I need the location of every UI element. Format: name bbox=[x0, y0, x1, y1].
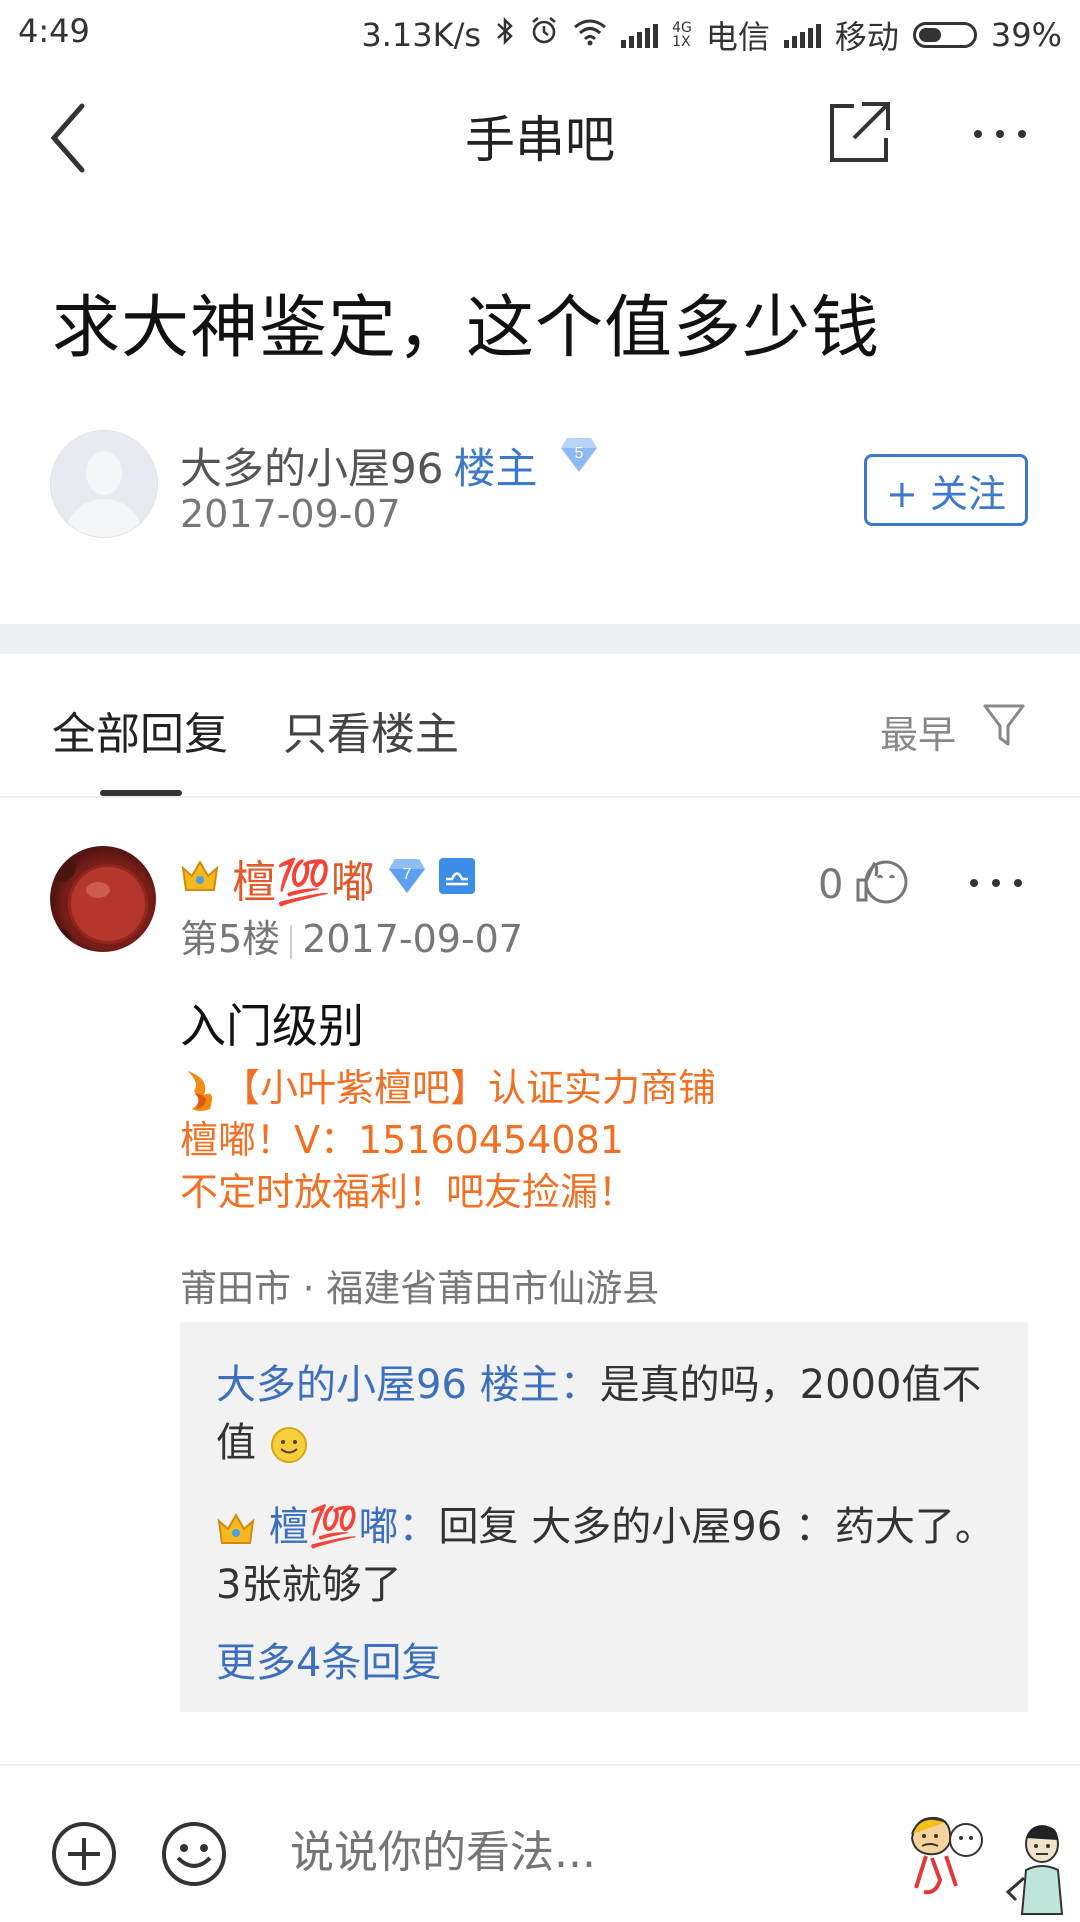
like-button[interactable] bbox=[852, 850, 914, 912]
op-username[interactable]: 大多的小屋96 bbox=[180, 444, 443, 493]
status-time: 4:49 bbox=[18, 12, 90, 50]
reply-location: 莆田市 · 福建省莆田市仙游县 bbox=[180, 1267, 660, 1310]
divider bbox=[0, 1764, 1080, 1766]
battery-percent: 39% bbox=[990, 16, 1062, 54]
follow-button[interactable]: + 关注 bbox=[864, 454, 1028, 526]
crown-icon bbox=[180, 858, 220, 898]
filter-icon bbox=[983, 704, 1025, 746]
filter-button[interactable] bbox=[982, 700, 1026, 750]
diamond-level-icon: 5 bbox=[560, 438, 597, 472]
tab-op-only[interactable]: 只看楼主 bbox=[283, 698, 459, 762]
op-avatar[interactable] bbox=[50, 430, 158, 538]
reply-username[interactable]: 檀💯嘟 bbox=[232, 846, 375, 910]
reply-avatar[interactable] bbox=[50, 846, 156, 952]
divider bbox=[0, 796, 1080, 798]
carrier-1: 电信 bbox=[705, 18, 770, 56]
status-right: 3.13K/s 4G 1X 电信 移动 39% bbox=[361, 12, 1062, 58]
floor-number: 第5楼 bbox=[180, 917, 281, 961]
bead-photo bbox=[50, 850, 151, 952]
page-title: 手串吧 bbox=[465, 111, 615, 169]
more-dots-icon bbox=[970, 879, 1022, 887]
tab-all-replies[interactable]: 全部回复 bbox=[52, 698, 228, 762]
sub-reply[interactable]: 大多的小屋96 楼主：是真的吗，2000值不值 bbox=[216, 1356, 996, 1472]
svg-text:7: 7 bbox=[402, 866, 411, 883]
reply-more-button[interactable] bbox=[966, 868, 1026, 898]
reply-user-line: 檀💯嘟 7 bbox=[180, 846, 475, 910]
comment-input[interactable] bbox=[288, 1826, 812, 1879]
section-divider bbox=[0, 624, 1080, 654]
more-options-button[interactable] bbox=[970, 108, 1030, 162]
sub-reply-author[interactable]: 大多的小屋96 楼主 bbox=[216, 1362, 560, 1408]
reply-meta: 第5楼 2017-09-07 bbox=[180, 908, 523, 963]
signal-icon-1 bbox=[621, 22, 659, 48]
reply-content: 入门级别 bbox=[180, 999, 364, 1053]
post-title: 求大神鉴定，这个值多少钱 bbox=[52, 289, 881, 368]
tail-line: 【小叶紫檀吧】认证实力商铺 bbox=[180, 1062, 716, 1114]
sticker-thumbnail[interactable] bbox=[906, 1808, 990, 1912]
reply-date: 2017-09-07 bbox=[302, 917, 524, 961]
smiley-icon bbox=[162, 1822, 226, 1886]
sticker-thumbnail[interactable] bbox=[1004, 1818, 1076, 1918]
thumbs-up-face-icon bbox=[856, 860, 908, 904]
status-bar: 4:49 3.13K/s 4G 1X 电信 移动 39% bbox=[0, 0, 1080, 62]
wifi-icon bbox=[573, 16, 607, 54]
more-replies-link[interactable]: 更多4条回复 bbox=[216, 1630, 441, 1688]
post-date: 2017-09-07 bbox=[180, 492, 401, 536]
emoji-button[interactable] bbox=[160, 1820, 228, 1888]
svg-text:5: 5 bbox=[574, 445, 583, 462]
sub-reply[interactable]: 檀💯嘟：回复 大多的小屋96 ：药大了。3张就够了 bbox=[216, 1498, 996, 1614]
smile-emoji-icon bbox=[270, 1427, 307, 1463]
flame-icon bbox=[188, 1070, 212, 1111]
level-badge: 5 bbox=[559, 435, 599, 484]
network-speed: 3.13K/s bbox=[361, 16, 482, 54]
share-icon bbox=[830, 102, 890, 162]
libra-sign-icon bbox=[438, 858, 475, 898]
plus-circle-icon bbox=[52, 1822, 116, 1886]
crown-icon bbox=[217, 1512, 255, 1544]
op-author[interactable]: 大多的小屋96 楼主 5 bbox=[180, 435, 599, 496]
tail-line: 不定时放福利！吧友捡漏！ bbox=[180, 1170, 637, 1214]
sub-reply-author[interactable]: 檀💯嘟 bbox=[269, 1504, 399, 1550]
level-badge: 7 bbox=[387, 857, 427, 899]
tail-line: 檀嘟！V：15160454081 bbox=[180, 1118, 624, 1162]
bluetooth-icon bbox=[495, 16, 515, 54]
meme-sticker-icon bbox=[1005, 1825, 1064, 1915]
signature-tail: 【小叶紫檀吧】认证实力商铺 檀嘟！V：15160454081 不定时放福利！吧友… bbox=[180, 1062, 716, 1218]
alarm-icon bbox=[529, 16, 559, 54]
share-button[interactable] bbox=[826, 100, 892, 166]
add-attachment-button[interactable] bbox=[50, 1820, 118, 1888]
carrier-2: 移动 bbox=[834, 18, 899, 56]
signal-icon-2 bbox=[783, 22, 821, 48]
diamond-level-icon: 7 bbox=[388, 859, 425, 893]
sort-order[interactable]: 最早 bbox=[880, 704, 956, 759]
network-type: 4G 1X bbox=[672, 20, 692, 50]
more-dots-icon bbox=[974, 130, 1026, 138]
meme-sticker-icon bbox=[910, 1816, 983, 1895]
like-count: 0 bbox=[818, 862, 844, 908]
op-tag: 楼主 bbox=[453, 444, 538, 493]
battery-icon bbox=[912, 22, 977, 48]
default-avatar-icon bbox=[65, 451, 143, 537]
